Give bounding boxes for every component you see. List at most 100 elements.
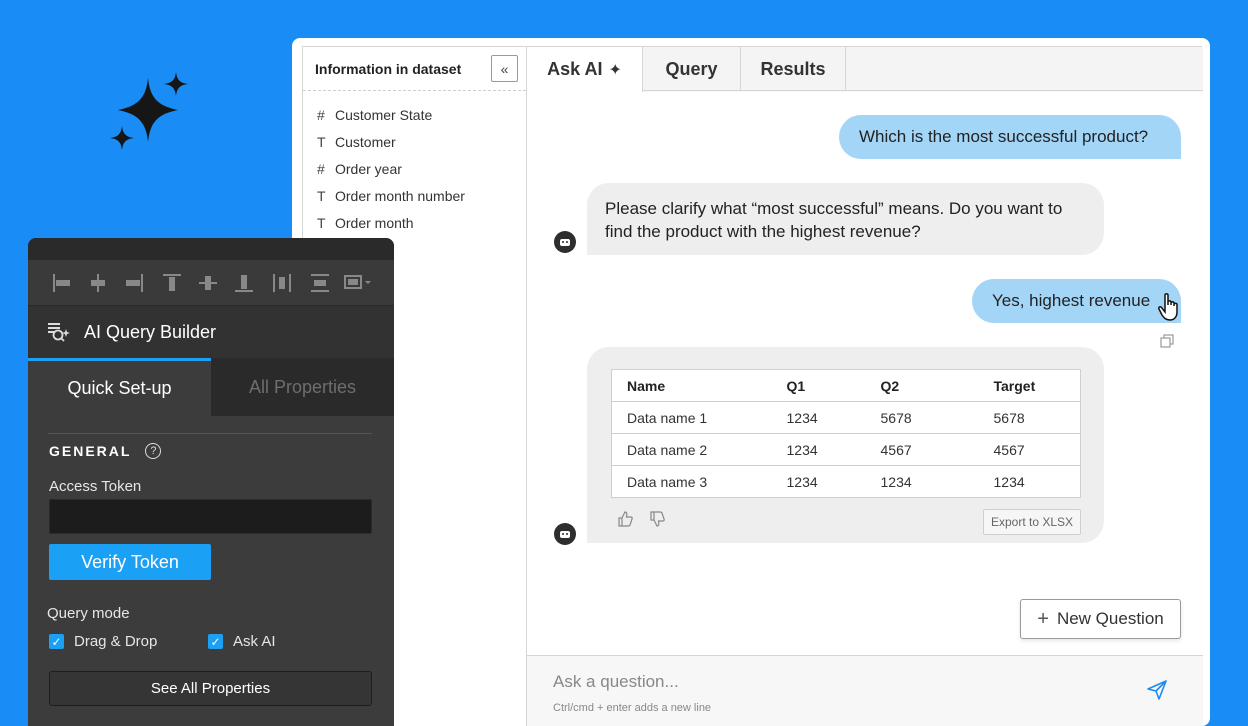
user-message: Which is the most successful product? (839, 115, 1181, 159)
user-message: Yes, highest revenue (972, 279, 1181, 323)
table-cell: 1234 (771, 401, 866, 434)
tab-all-properties[interactable]: All Properties (211, 358, 394, 416)
see-all-properties-button[interactable]: See All Properties (49, 671, 372, 706)
chat-pane: Ask AI ✦ Query Results Which is the most… (527, 47, 1203, 726)
input-hint: Ctrl/cmd + enter adds a new line (553, 702, 712, 714)
table-cell: Data name 3 (611, 465, 772, 498)
tab-quick-setup[interactable]: Quick Set-up (28, 358, 211, 416)
distribute-horizontal-icon[interactable] (270, 271, 294, 295)
align-top-icon[interactable] (160, 271, 184, 295)
field-label: Order year (335, 160, 402, 177)
tab-query[interactable]: Query (643, 47, 741, 91)
new-question-button[interactable]: + New Question (1020, 599, 1181, 639)
query-builder-icon (48, 323, 70, 342)
app-frame: Information in dataset « # Customer Stat… (302, 46, 1203, 726)
table-cell: 1234 (771, 465, 866, 498)
tab-ask-ai[interactable]: Ask AI ✦ (527, 47, 643, 92)
column-header: Name (611, 369, 772, 402)
field-item-customer[interactable]: T Customer (303, 128, 526, 155)
tab-label: Query (665, 58, 718, 79)
table-cell: Data name 2 (611, 433, 772, 466)
help-icon[interactable]: ? (145, 443, 162, 459)
table-cell: 1234 (865, 465, 979, 498)
tab-bar: Ask AI ✦ Query Results (527, 47, 1203, 92)
sparkles-icon (110, 72, 188, 150)
table-header-row: Name Q1 Q2 Target (611, 369, 1081, 402)
text-type-icon: T (317, 187, 326, 204)
section-title-text: GENERAL (49, 443, 132, 459)
tab-results[interactable]: Results (741, 47, 846, 91)
align-horizontal-center-icon[interactable] (86, 271, 110, 295)
access-token-input[interactable] (49, 499, 372, 534)
table-cell: 4567 (978, 433, 1081, 466)
align-left-icon[interactable] (50, 271, 74, 295)
query-builder-header: AI Query Builder (28, 306, 394, 358)
field-item-order-year[interactable]: # Order year (303, 155, 526, 182)
bot-avatar-icon (554, 231, 576, 253)
divider (48, 433, 372, 434)
checkbox-label: Drag & Drop (74, 633, 158, 650)
tab-label: Ask AI (547, 59, 603, 79)
access-token-label: Access Token (49, 478, 142, 495)
align-vertical-center-icon[interactable] (196, 271, 220, 295)
query-builder-title: AI Query Builder (84, 321, 217, 342)
distribute-vertical-icon[interactable] (308, 271, 332, 295)
checkbox-label: Ask AI (233, 633, 276, 650)
plus-icon: + (1037, 607, 1049, 630)
field-label: Order month (335, 214, 414, 231)
collapse-panel-button[interactable]: « (491, 55, 518, 82)
text-type-icon: T (317, 133, 326, 150)
query-mode-label: Query mode (47, 605, 130, 622)
number-type-icon: # (317, 106, 325, 123)
number-type-icon: # (317, 160, 325, 177)
checkbox-drag-drop[interactable]: ✓ Drag & Drop (49, 633, 157, 650)
table-cell: 4567 (865, 433, 979, 466)
field-item-order-month-number[interactable]: T Order month number (303, 182, 526, 209)
table-cell: Data name 1 (611, 401, 772, 434)
table-cell: 1234 (771, 433, 866, 466)
thumbs-up-icon[interactable] (617, 511, 633, 527)
panel-top-strip (28, 238, 394, 260)
checkmark-icon: ✓ (208, 634, 223, 649)
field-item-order-month[interactable]: T Order month (303, 209, 526, 236)
sparkle-icon: ✦ (608, 61, 622, 79)
builder-tabs: Quick Set-up All Properties (28, 358, 394, 416)
table-row: Data name 3 1234 1234 1234 (611, 465, 1081, 498)
field-label: Customer (335, 133, 396, 150)
thumbs-down-icon[interactable] (649, 511, 665, 527)
table-row: Data name 1 1234 5678 5678 (611, 401, 1081, 434)
result-table: Name Q1 Q2 Target Data name 1 1234 5678 … (611, 369, 1081, 498)
align-right-icon[interactable] (122, 271, 146, 295)
app-window: Information in dataset « # Customer Stat… (292, 38, 1210, 726)
table-cell: 5678 (978, 401, 1081, 434)
column-header: Q1 (771, 369, 866, 402)
question-input-area[interactable]: Ask a question... Ctrl/cmd + enter adds … (527, 655, 1203, 726)
alignment-toolbar (28, 260, 394, 306)
field-list: # Customer State T Customer # Order year… (303, 91, 526, 236)
bot-avatar-icon (554, 523, 576, 545)
message-list: Which is the most successful product? Pl… (527, 92, 1203, 655)
field-label: Customer State (335, 106, 433, 123)
send-icon[interactable] (1145, 678, 1169, 702)
size-options-dropdown-icon[interactable] (342, 271, 374, 295)
builder-settings: GENERAL ? Access Token Verify Token Quer… (28, 416, 394, 726)
table-cell: 1234 (978, 465, 1081, 498)
double-chevron-left-icon: « (500, 60, 509, 77)
ai-message: Please clarify what “most successful” me… (587, 183, 1104, 255)
query-builder-panel: AI Query Builder Quick Set-up All Proper… (28, 238, 394, 726)
new-question-label: New Question (1056, 609, 1164, 628)
tab-label: Results (760, 58, 826, 79)
table-cell: 5678 (865, 401, 979, 434)
question-input[interactable]: Ask a question... (553, 672, 679, 692)
checkmark-icon: ✓ (49, 634, 64, 649)
export-xlsx-button[interactable]: Export to XLSX (983, 509, 1081, 535)
field-label: Order month number (335, 187, 465, 204)
field-item-customer-state[interactable]: # Customer State (303, 101, 526, 128)
verify-token-button[interactable]: Verify Token (49, 544, 211, 580)
align-bottom-icon[interactable] (232, 271, 256, 295)
text-type-icon: T (317, 214, 326, 231)
table-row: Data name 2 1234 4567 4567 (611, 433, 1081, 466)
hand-cursor-icon (1158, 293, 1178, 321)
checkbox-ask-ai[interactable]: ✓ Ask AI (208, 633, 276, 650)
copy-icon[interactable] (1160, 334, 1174, 348)
